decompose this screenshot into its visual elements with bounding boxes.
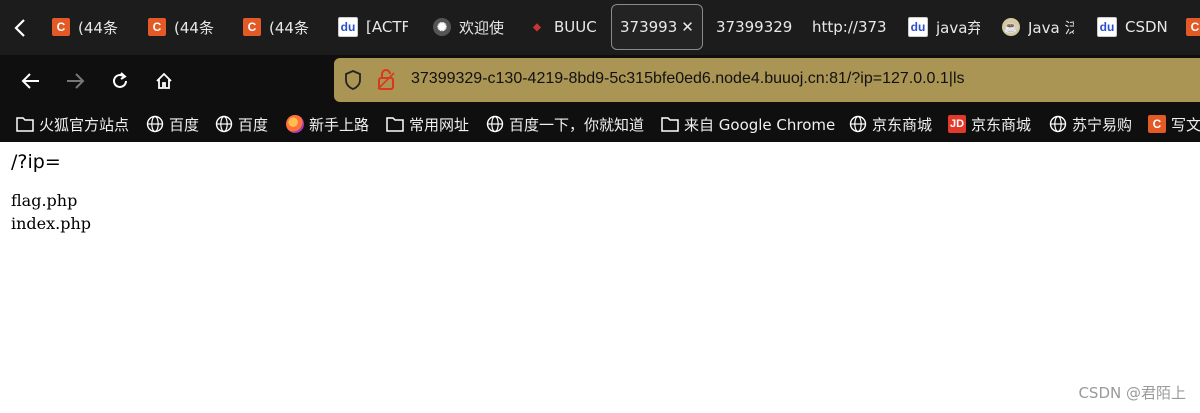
bookmark-item[interactable]: 常用网址: [386, 113, 469, 135]
tab-title: 37399329: [716, 18, 793, 36]
output-line: flag.php: [11, 191, 78, 210]
csdn-icon: C: [148, 18, 166, 36]
tab[interactable]: du CSDN: [1097, 4, 1169, 50]
shield-icon[interactable]: [344, 69, 362, 95]
folder-icon: [16, 115, 34, 133]
bookmark-label: 来自 Google Chrome: [684, 115, 836, 134]
bookmark-label: 百度: [238, 115, 269, 134]
bookmark-item[interactable]: 苏宁易购: [1049, 113, 1132, 135]
firefox-icon: [286, 115, 304, 133]
command-output: flag.php index.php: [11, 189, 91, 235]
tab-title: Java 泛: [1028, 18, 1074, 37]
tab[interactable]: ✺ 欢迎使: [433, 4, 505, 50]
tab[interactable]: du [ACTF: [338, 4, 408, 50]
bookmark-item[interactable]: 百度一下，你就知道: [486, 113, 644, 135]
reload-icon: [113, 72, 127, 88]
tab-title: http://373: [812, 18, 887, 36]
tab-title: CSDN: [1125, 18, 1168, 36]
baidu-icon: du: [908, 17, 928, 37]
bookmark-label: 写文: [1171, 115, 1200, 134]
tab-title: 373993: [620, 18, 678, 36]
bookmark-item[interactable]: 百度: [146, 113, 199, 135]
close-icon[interactable]: ✕: [681, 18, 694, 36]
tab[interactable]: C (44条: [243, 4, 315, 50]
bookmark-item[interactable]: 京东商城: [849, 113, 932, 135]
bookmark-label: 常用网址: [409, 115, 470, 134]
gear-icon: ✺: [433, 18, 451, 36]
bookmark-item[interactable]: C 写文: [1148, 113, 1200, 135]
tab[interactable]: http://373: [812, 4, 888, 50]
globe-icon: [1049, 115, 1067, 133]
baidu-icon: du: [338, 17, 358, 37]
tab[interactable]: ◆ BUUC: [528, 4, 600, 50]
bookmark-label: 苏宁易购: [1072, 115, 1133, 134]
bookmark-label: 新手上路: [309, 115, 370, 134]
tab-title: BUUC: [554, 18, 597, 36]
forward-button[interactable]: [60, 66, 90, 96]
reload-button[interactable]: [105, 66, 135, 96]
folder-icon: [386, 115, 404, 133]
home-icon: [156, 72, 172, 89]
bookmark-label: 百度一下，你就知道: [509, 115, 645, 134]
globe-icon: [215, 115, 233, 133]
insecure-lock-icon[interactable]: [376, 68, 396, 96]
bookmark-item[interactable]: 来自 Google Chrome: [661, 113, 835, 135]
globe-icon: [849, 115, 867, 133]
baidu-icon: du: [1097, 17, 1117, 37]
csdn-icon: C: [1148, 115, 1166, 133]
arrow-right-icon: [67, 73, 85, 89]
tab[interactable]: du java弃: [908, 4, 980, 50]
chevron-left-icon: [14, 18, 25, 37]
globe-icon: [486, 115, 504, 133]
tab-title: 欢迎使: [459, 18, 505, 37]
tab[interactable]: 37399329: [716, 4, 794, 50]
output-line: index.php: [11, 214, 92, 233]
tab-title: (44条: [78, 18, 118, 37]
csdn-icon: C: [1186, 18, 1200, 36]
page-route-text: /?ip=: [11, 151, 61, 173]
page-content: /?ip= flag.php index.php: [11, 151, 91, 235]
bookmark-label: 百度: [169, 115, 200, 134]
url-text[interactable]: 37399329-c130-4219-8bd9-5c315bfe0ed6.nod…: [411, 70, 965, 88]
globe-icon: [146, 115, 164, 133]
tab[interactable]: C (44条: [148, 4, 220, 50]
buuctf-icon: ◆: [533, 21, 541, 33]
watermark: CSDN @君陌上: [1078, 384, 1186, 402]
tab[interactable]: ☕ Java 泛: [1002, 4, 1074, 50]
home-button[interactable]: [149, 66, 179, 96]
bookmark-label: 火狐官方站点: [39, 115, 130, 134]
jd-icon: JD: [948, 115, 966, 133]
tab-title: (44条: [174, 18, 214, 37]
back-button[interactable]: [16, 66, 46, 96]
tab-title: [ACTF: [366, 18, 408, 36]
folder-icon: [661, 115, 679, 133]
tab-scroll-left-button[interactable]: [0, 0, 40, 55]
bookmark-item[interactable]: JD 京东商城: [948, 113, 1031, 135]
bookmark-item[interactable]: 火狐官方站点: [16, 113, 129, 135]
bookmark-label: 京东商城: [971, 115, 1032, 134]
java-icon: ☕: [1002, 18, 1020, 36]
bookmark-label: 京东商城: [872, 115, 933, 134]
browser-chrome: C (44条 C (44条 C (44条 du [ACTF ✺ 欢迎使 ◆ BU…: [0, 0, 1200, 142]
tab-title: java弃: [936, 18, 980, 37]
tab-title: (44条: [269, 18, 309, 37]
address-bar[interactable]: 37399329-c130-4219-8bd9-5c315bfe0ed6.nod…: [334, 58, 1200, 102]
tab-active[interactable]: 373993 ✕: [611, 4, 703, 50]
bookmark-item[interactable]: 百度: [215, 113, 268, 135]
tab[interactable]: C (44条: [52, 4, 124, 50]
bookmark-item[interactable]: 新手上路: [286, 113, 369, 135]
tab-strip: C (44条 C (44条 C (44条 du [ACTF ✺ 欢迎使 ◆ BU…: [0, 0, 1200, 55]
arrow-left-icon: [21, 73, 39, 89]
bookmarks-toolbar: 火狐官方站点 百度 百度 新手上路 常用网址 百度一下，你就知道 来自 Goog…: [0, 107, 1200, 142]
csdn-icon: C: [243, 18, 261, 36]
csdn-icon: C: [52, 18, 70, 36]
tab-overflow[interactable]: C: [1186, 4, 1200, 50]
